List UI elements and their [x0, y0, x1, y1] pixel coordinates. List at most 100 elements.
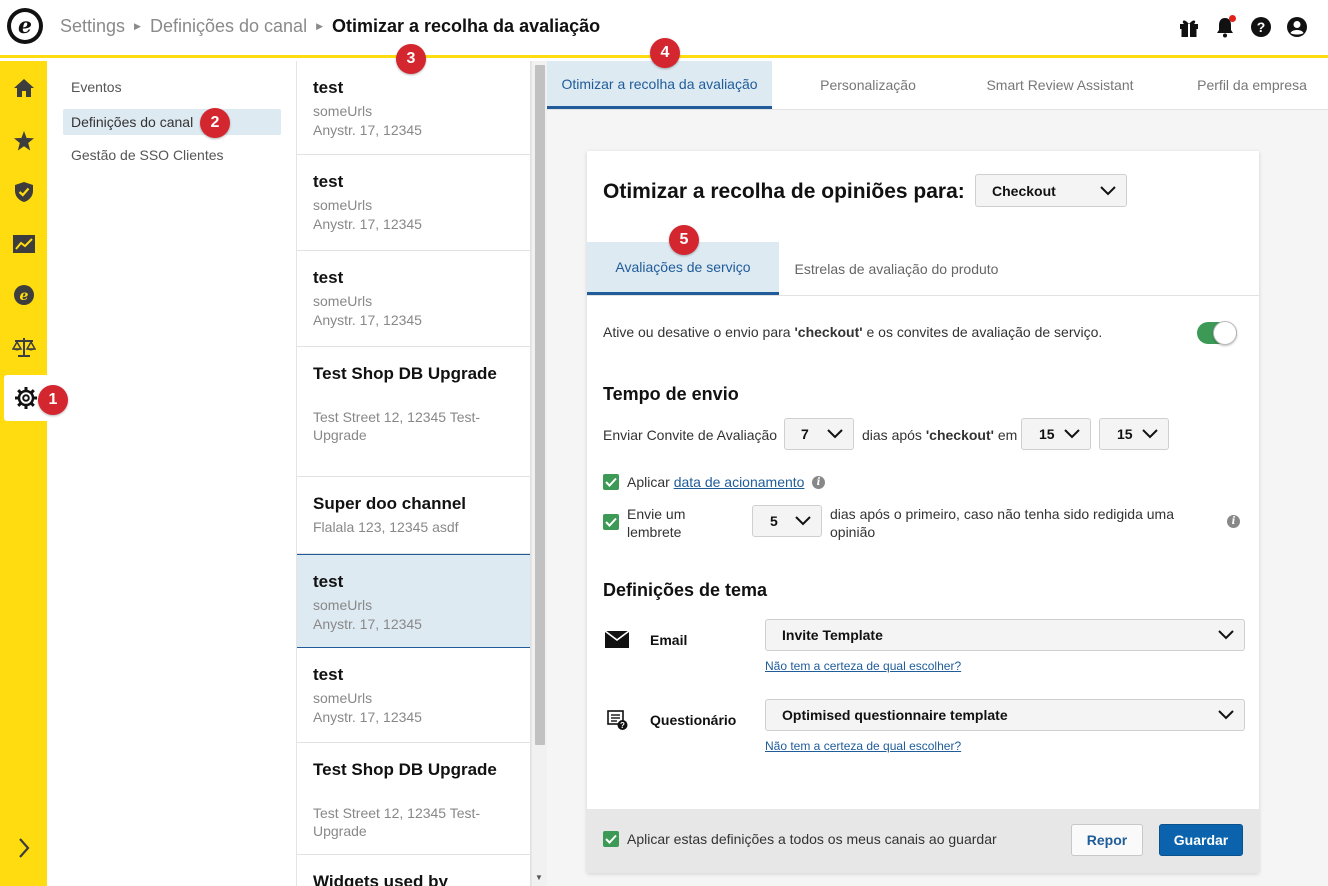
reminder-days-select[interactable]: 5 [752, 505, 822, 537]
tab-personalization[interactable]: Personalização [772, 61, 964, 109]
reset-button[interactable]: Repor [1071, 824, 1143, 856]
scales-icon[interactable] [0, 324, 47, 370]
shield-check-icon[interactable] [0, 169, 47, 215]
toggle-text-post: e os convites de avaliação de serviço. [862, 324, 1103, 340]
days-after-pre: dias após [862, 427, 926, 443]
channel-address: Anystr. 17, 12345 [313, 122, 422, 138]
trigger-select-value: Checkout [992, 182, 1056, 199]
channel-item[interactable]: Test Shop DB Upgrade Test Street 12, 123… [297, 347, 530, 477]
tab-optimize-collection[interactable]: Otimizar a recolha da avaliação [547, 61, 772, 109]
trigger-select[interactable]: Checkout [975, 174, 1127, 207]
chevron-down-icon [1218, 630, 1234, 640]
channel-item[interactable]: test someUrls Anystr. 17, 12345 [297, 61, 530, 155]
chevron-down-icon [1218, 710, 1234, 720]
channel-address: Test Street 12, 12345 Test-Upgrade [313, 409, 481, 443]
apply-all-label: Aplicar estas definições a todos os meus… [627, 831, 997, 847]
svg-text:?: ? [1257, 19, 1266, 35]
help-icon[interactable]: ? [1250, 16, 1272, 38]
envelope-icon [604, 630, 630, 653]
notification-dot [1229, 15, 1236, 22]
timing-heading: Tempo de envio [603, 384, 739, 404]
bell-icon[interactable] [1214, 15, 1236, 38]
theme-heading: Definições de tema [603, 580, 768, 600]
annotation-badge: 5 [669, 225, 699, 255]
save-button[interactable]: Guardar [1159, 824, 1243, 856]
channel-name: Widgets used by [313, 872, 448, 886]
channel-name: test [313, 172, 344, 191]
main-content: Otimizar a recolha da avaliação Personal… [547, 61, 1328, 886]
subnav-item-sso-clients[interactable]: Gestão de SSO Clientes [63, 142, 281, 168]
channel-url: someUrls [313, 197, 373, 213]
apply-trigger-text: Aplicar data de acionamento [627, 474, 804, 490]
apply-all-checkbox[interactable] [603, 831, 619, 847]
subnav-item-events[interactable]: Eventos [63, 74, 281, 100]
settings-card: Otimizar a recolha de opiniões para: Che… [587, 151, 1259, 873]
card-title: Otimizar a recolha de opiniões para: [603, 180, 965, 203]
questionnaire-template-value: Optimised questionnaire template [782, 707, 1008, 723]
email-template-value: Invite Template [782, 627, 883, 643]
tab-product-reviews[interactable]: Estrelas de avaliação do produto [779, 242, 1014, 295]
channel-item[interactable]: Widgets used by [297, 855, 530, 886]
subnav-item-channel-settings[interactable]: Definições do canal [63, 109, 281, 135]
card-footer: Aplicar estas definições a todos os meus… [587, 809, 1259, 873]
chevron-down-icon [1100, 185, 1116, 195]
breadcrumb-separator-icon: ▶ [134, 21, 141, 31]
channel-name: Test Shop DB Upgrade [313, 760, 497, 779]
channel-url: someUrls [313, 293, 373, 309]
reminder-label: Envie um lembrete [627, 506, 686, 540]
chevron-right-icon[interactable] [0, 828, 47, 868]
channel-url: someUrls [313, 103, 373, 119]
days-select[interactable]: 7 [784, 418, 854, 450]
channel-item[interactable]: test someUrls Anystr. 17, 12345 [297, 251, 530, 347]
reminder-checkbox[interactable] [603, 514, 619, 530]
channel-name: Super doo channel [313, 494, 467, 513]
gift-icon[interactable] [1178, 16, 1200, 38]
email-template-help-link[interactable]: Não tem a certeza de qual escolher? [765, 659, 961, 673]
star-icon[interactable] [0, 118, 47, 164]
minute-select[interactable]: 15 [1099, 418, 1169, 450]
channel-address: Anystr. 17, 12345 [313, 216, 422, 232]
channel-item[interactable]: Test Shop DB Upgrade Test Street 12, 123… [297, 743, 530, 855]
info-icon[interactable]: i [1227, 515, 1240, 528]
channel-name: test [313, 572, 344, 591]
tab-smart-review-assistant[interactable]: Smart Review Assistant [964, 61, 1156, 109]
scroll-down-icon[interactable]: ▼ [535, 873, 543, 882]
email-template-select[interactable]: Invite Template [765, 619, 1245, 651]
days-select-value: 7 [801, 426, 809, 442]
page-title: Otimizar a recolha da avaliação [332, 16, 601, 36]
channel-list-scrollbar[interactable]: ▼ [531, 61, 547, 886]
apply-trigger-checkbox[interactable] [603, 474, 619, 490]
channel-item[interactable]: Super doo channel Flalala 123, 12345 asd… [297, 477, 530, 554]
service-invites-toggle[interactable] [1197, 321, 1237, 345]
toggle-description: Ative ou desative o envio para 'checkout… [603, 324, 1102, 340]
chart-icon[interactable] [0, 221, 47, 267]
questionnaire-template-select[interactable]: Optimised questionnaire template [765, 699, 1245, 731]
scrollbar-thumb[interactable] [535, 65, 545, 745]
channel-item-selected[interactable]: test someUrls Anystr. 17, 12345 [297, 554, 530, 648]
account-icon[interactable] [1286, 16, 1308, 38]
settings-tabs: Otimizar a recolha da avaliação Personal… [547, 61, 1328, 110]
trusted-shops-logo[interactable]: e [7, 8, 43, 44]
svg-text:?: ? [620, 721, 625, 730]
e-logo-icon[interactable]: e [0, 272, 47, 318]
svg-text:e: e [19, 288, 28, 304]
days-after-post: em [993, 427, 1018, 443]
hour-select[interactable]: 15 [1021, 418, 1091, 450]
toggle-text-pre: Ative ou desative o envio para [603, 324, 795, 340]
toggle-text-bold: 'checkout' [794, 324, 863, 340]
minute-select-value: 15 [1117, 426, 1133, 442]
tab-company-profile[interactable]: Perfil da empresa [1156, 61, 1328, 109]
channel-item[interactable]: test someUrls Anystr. 17, 12345 [297, 155, 530, 251]
channel-address: Anystr. 17, 12345 [313, 709, 422, 725]
trigger-date-link[interactable]: data de acionamento [674, 474, 805, 490]
channel-item[interactable]: test someUrls Anystr. 17, 12345 [297, 648, 530, 743]
left-rail: e [0, 61, 47, 886]
questionnaire-template-help-link[interactable]: Não tem a certeza de qual escolher? [765, 739, 961, 753]
breadcrumb-settings[interactable]: Settings [60, 16, 125, 37]
channel-address: Test Street 12, 12345 Test-Upgrade [313, 805, 481, 839]
home-icon[interactable] [0, 65, 47, 111]
reminder-days-value: 5 [770, 513, 778, 529]
breadcrumb-channel-settings[interactable]: Definições do canal [150, 16, 307, 37]
chevron-down-icon [827, 429, 843, 439]
info-icon[interactable]: i [812, 476, 825, 489]
